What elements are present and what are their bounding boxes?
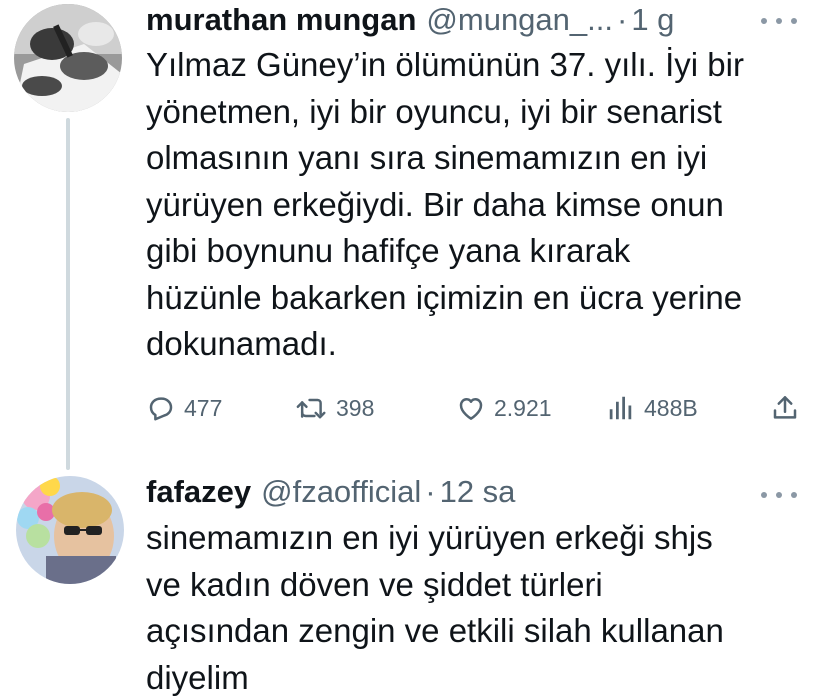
author-handle[interactable]: @mungan_...: [426, 0, 613, 40]
retweet-button[interactable]: 398: [296, 386, 374, 430]
tweet-text-line: yürüyen erkeğiydi. Bir daha kimse onun: [146, 185, 724, 223]
more-icon[interactable]: [761, 6, 797, 36]
separator: ·: [425, 474, 436, 509]
separator: ·: [616, 2, 628, 37]
avatar[interactable]: [14, 4, 122, 112]
tweet-text-line: ve kadın döven ve şiddet türleri: [146, 565, 603, 603]
tweet: fafazey @fzaofficial · 12 sa sinemamızın…: [0, 470, 817, 700]
tweet-text-line: olmasının yanı sıra sinemamızın en iyi: [146, 139, 708, 176]
tweet-text-line: Yılmaz Güney’in ölümünün 37. yılı. İyi b…: [146, 46, 744, 83]
like-count: 2.921: [494, 394, 552, 421]
author-name[interactable]: fafazey: [146, 472, 251, 512]
tweet-text-line: sinemamızın en iyi yürüyen erkeği shjs: [146, 519, 713, 556]
views-icon: [606, 393, 636, 423]
share-button[interactable]: [770, 386, 800, 430]
share-icon: [770, 393, 800, 423]
author-name[interactable]: murathan mungan: [146, 0, 416, 40]
timestamp[interactable]: 1 g: [631, 0, 674, 40]
reply-button[interactable]: 477: [146, 386, 222, 430]
tweet-text-line: hüzünle bakarken içimizin en ücra yerine: [146, 278, 743, 316]
tweet-text: Yılmaz Güney’in ölümünün 37. yılı. İyi b…: [146, 42, 806, 368]
thread-line: [66, 118, 70, 470]
retweet-icon: [296, 393, 328, 423]
action-bar: 477 398 2.921 488B: [146, 386, 806, 430]
tweet: murathan mungan @mungan_... · 1 g Yılmaz…: [0, 0, 817, 470]
views-count: 488B: [644, 394, 698, 421]
reply-icon: [146, 393, 176, 423]
tweet-text: sinemamızın en iyi yürüyen erkeği shjs v…: [146, 515, 806, 700]
tweet-text-line: açısından zengin ve etkili silah kullana…: [146, 612, 724, 649]
tweet-text-line: gibi boynunu hafifçe yana kırarak: [146, 232, 631, 269]
retweet-count: 398: [336, 394, 375, 421]
views-button[interactable]: 488B: [606, 386, 698, 430]
like-icon: [456, 393, 486, 423]
tweet-header: murathan mungan @mungan_... · 1 g: [146, 0, 674, 40]
tweet-text-line: diyelim: [146, 658, 249, 696]
like-button[interactable]: 2.921: [456, 386, 552, 430]
avatar[interactable]: [16, 476, 124, 584]
timestamp[interactable]: 12 sa: [440, 472, 516, 512]
tweet-text-line: dokunamadı.: [146, 325, 337, 362]
reply-count: 477: [184, 394, 223, 421]
more-icon[interactable]: [761, 480, 797, 510]
author-handle[interactable]: @fzaofficial: [261, 472, 421, 512]
tweet-text-line: yönetmen, iyi bir oyuncu, iyi bir senari…: [146, 92, 722, 130]
tweet-header: fafazey @fzaofficial · 12 sa: [146, 472, 515, 512]
